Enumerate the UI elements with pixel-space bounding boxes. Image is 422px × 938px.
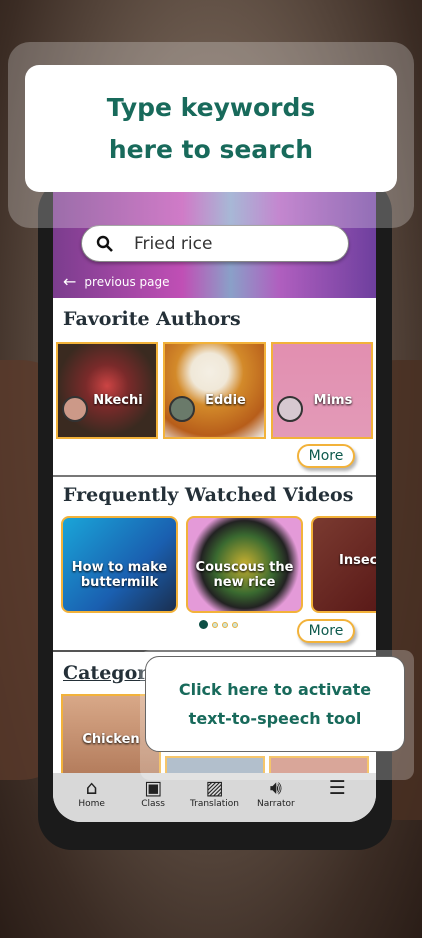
arrow-left-icon: ← [63, 272, 77, 291]
author-name: Nkechi [93, 393, 143, 408]
section-divider [53, 475, 376, 477]
class-icon: ▣ [144, 777, 163, 799]
carousel-dot[interactable] [232, 621, 238, 628]
nav-label: Home [78, 799, 105, 809]
video-card[interactable]: Couscous the new rice [186, 516, 303, 613]
search-icon [96, 235, 113, 252]
author-card[interactable]: Eddie [163, 342, 266, 439]
bottom-nav: ⌂ Home ▣ Class ▨ Translation 🔊︎ Narrator ☰ [53, 773, 376, 822]
search-input[interactable]: Fried rice [81, 225, 349, 262]
author-name: Mims [313, 393, 353, 408]
avatar [169, 396, 195, 422]
nav-menu[interactable]: ☰ [307, 777, 367, 822]
video-title: Insec [339, 553, 376, 568]
narrator-tooltip: Click here to activate text-to-speech to… [145, 656, 405, 752]
previous-page-link[interactable]: ← previous page [63, 272, 170, 291]
video-card[interactable]: How to make buttermilk [61, 516, 178, 613]
carousel-dot[interactable] [222, 621, 228, 628]
menu-icon: ☰ [328, 777, 346, 799]
nav-narrator[interactable]: 🔊︎ Narrator [246, 777, 306, 822]
favorite-authors-title: Favorite Authors [63, 308, 241, 330]
translation-icon: ▨ [205, 777, 224, 799]
carousel-indicator [199, 620, 238, 629]
search-tooltip: Type keywords here to search [25, 65, 397, 192]
nav-translation[interactable]: ▨ Translation [184, 777, 244, 822]
search-value: Fried rice [134, 233, 213, 254]
category-label: Chicken [82, 731, 140, 747]
speaker-icon: 🔊︎ [269, 777, 282, 799]
nav-home[interactable]: ⌂ Home [62, 777, 122, 822]
author-name: Eddie [205, 393, 246, 408]
video-title: Couscous the new rice [195, 559, 294, 590]
nav-label: Class [141, 799, 165, 809]
previous-page-label: previous page [84, 274, 170, 289]
categories-title: Categor [63, 662, 148, 684]
carousel-dot[interactable] [212, 621, 218, 628]
nav-label: Narrator [256, 799, 295, 809]
nav-label: Translation [189, 799, 239, 809]
video-card[interactable]: Insec [311, 516, 376, 613]
carousel-dot-active[interactable] [199, 620, 208, 629]
nav-class[interactable]: ▣ Class [123, 777, 183, 822]
video-title: How to make buttermilk [71, 559, 168, 590]
videos-more-button[interactable]: More [297, 619, 355, 643]
videos-title: Frequently Watched Videos [63, 484, 354, 506]
avatar [277, 396, 303, 422]
avatar [62, 396, 88, 422]
authors-more-button[interactable]: More [297, 444, 355, 468]
home-icon: ⌂ [85, 777, 98, 799]
author-card[interactable]: Nkechi [56, 342, 158, 439]
author-card[interactable]: Mims [271, 342, 373, 439]
